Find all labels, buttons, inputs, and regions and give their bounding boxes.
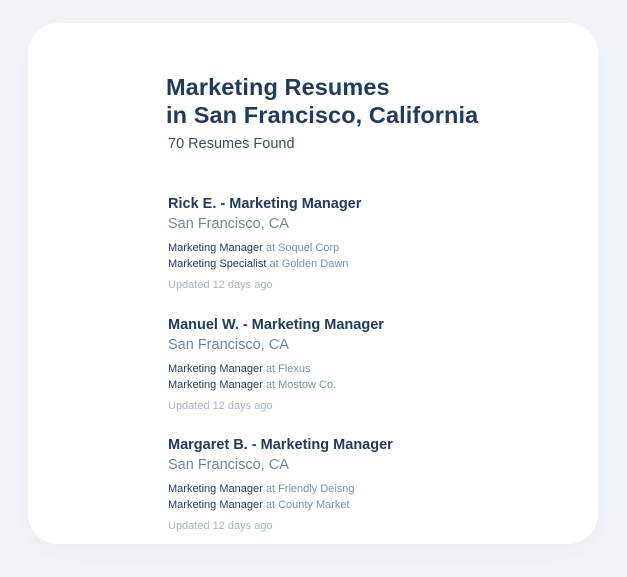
- job-company: at Golden Dawn: [269, 258, 349, 270]
- job-history: Marketing Manager at Friendly Deisng Mar…: [168, 481, 568, 513]
- page-title-line-1: Marketing Resumes: [166, 74, 390, 100]
- resume-item[interactable]: Manuel W. - Marketing Manager San Franci…: [168, 316, 568, 437]
- resume-location: San Francisco, CA: [168, 216, 289, 232]
- resume-name-link[interactable]: Manuel W. - Marketing Manager: [168, 316, 568, 334]
- job-title: Marketing Manager: [168, 242, 263, 254]
- updated-timestamp: Updated 12 days ago: [168, 279, 273, 291]
- job-title: Marketing Manager: [168, 362, 263, 375]
- job-entry: Marketing Manager at Mostow Co.: [168, 377, 568, 393]
- job-company: at County Market: [265, 499, 350, 511]
- resume-item[interactable]: Rick E. - Marketing Manager San Francisc…: [168, 195, 568, 316]
- job-title: Marketing Manager: [168, 499, 263, 511]
- resume-item[interactable]: Margaret B. - Marketing Manager San Fran…: [168, 436, 568, 557]
- job-title: Marketing Manager: [168, 378, 263, 391]
- job-entry: Marketing Specialist at Golden Dawn: [168, 256, 568, 272]
- resume-name-link[interactable]: Rick E. - Marketing Manager: [168, 195, 568, 213]
- resume-location: San Francisco, CA: [168, 457, 289, 473]
- resume-location: San Francisco, CA: [168, 336, 289, 353]
- job-company: at Soquel Corp: [265, 242, 340, 254]
- results-count: 70 Resumes Found: [168, 136, 295, 152]
- resume-list: Rick E. - Marketing Manager San Francisc…: [168, 195, 568, 557]
- job-history: Marketing Manager at Soquel Corp Marketi…: [168, 240, 568, 272]
- job-entry: Marketing Manager at Soquel Corp: [168, 240, 568, 256]
- job-entry: Marketing Manager at County Market: [168, 497, 568, 513]
- job-title: Marketing Specialist: [168, 258, 267, 270]
- job-company: at Flexus: [265, 362, 311, 375]
- resume-name-link[interactable]: Margaret B. - Marketing Manager: [168, 436, 568, 454]
- page-title-line-2: in San Francisco, California: [166, 102, 479, 128]
- results-content: Marketing Resumes in San Francisco, Cali…: [166, 73, 566, 532]
- updated-timestamp: Updated 12 days ago: [168, 399, 273, 412]
- page-title: Marketing Resumes in San Francisco, Cali…: [166, 73, 566, 129]
- job-entry: Marketing Manager at Flexus: [168, 361, 568, 377]
- resume-results-card: Marketing Resumes in San Francisco, Cali…: [28, 23, 598, 544]
- job-company: at Mostow Co.: [265, 378, 337, 391]
- updated-timestamp: Updated 12 days ago: [168, 520, 273, 532]
- job-company: at Friendly Deisng: [265, 483, 355, 495]
- job-history: Marketing Manager at Flexus Marketing Ma…: [168, 361, 568, 393]
- job-title: Marketing Manager: [168, 483, 263, 495]
- job-entry: Marketing Manager at Friendly Deisng: [168, 481, 568, 497]
